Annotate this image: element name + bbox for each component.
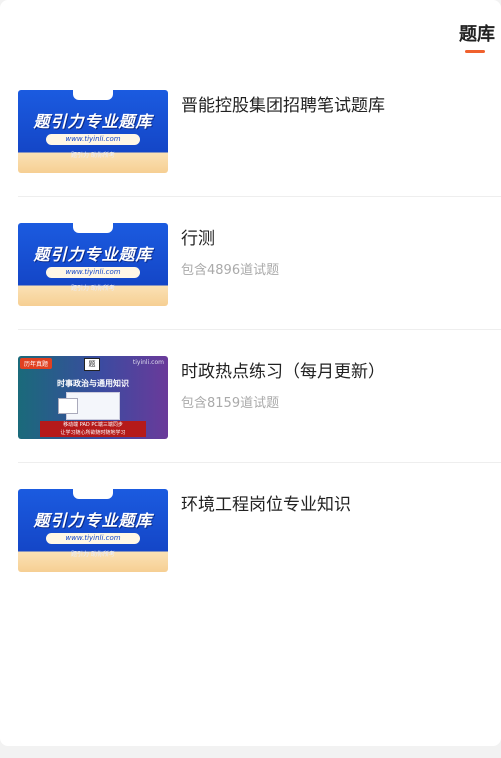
brand-badge (73, 223, 113, 233)
banner-headline: 题引力专业题库 (33, 511, 153, 530)
tab-question-bank[interactable]: 题库 (459, 20, 495, 46)
banner-url: www.tiyinli.com (46, 267, 140, 278)
banner-thumbnail: 题引力专业题库 www.tiyinli.com 题引力 助你所考 (18, 489, 168, 572)
practice-site: tiyinli.com (132, 359, 164, 366)
practice-feature-bar: 移动端 PAD PC端三端同步 让学习随心所欲随时随地学习 (40, 421, 146, 437)
list-item[interactable]: 题引力专业题库 www.tiyinli.com 题引力 助你所考 行测 包含48… (18, 197, 501, 330)
banner-headline: 题引力专业题库 (33, 245, 153, 264)
banner-tagline: 题引力 助你所考 (71, 285, 115, 292)
item-question-count: 包含8159道试题 (181, 396, 280, 411)
question-bank-list: 题引力专业题库 www.tiyinli.com 题引力 助你所考 晋能控股集团招… (0, 64, 501, 596)
banner-url: www.tiyinli.com (46, 533, 140, 544)
tablet-mockup (58, 398, 78, 414)
feature-line-2: 让学习随心所欲随时随地学习 (60, 430, 126, 436)
logo-icon: 题 (84, 358, 100, 371)
feature-line-1: 移动端 PAD PC端三端同步 (63, 422, 123, 428)
item-title: 时政热点练习（每月更新） (181, 362, 385, 382)
banner-headline: 题引力专业题库 (33, 112, 153, 131)
list-item[interactable]: 题引力专业题库 www.tiyinli.com 题引力 助你所考 晋能控股集团招… (18, 64, 501, 197)
banner-tagline: 题引力 助你所考 (71, 152, 115, 159)
item-title: 环境工程岗位专业知识 (181, 495, 351, 515)
brand-badge (73, 489, 113, 499)
brand-badge (73, 90, 113, 100)
practice-thumbnail: 历年真题 题 tiyinli.com 时事政治与通用知识 移动端 PAD PC端… (18, 356, 168, 439)
item-title: 行测 (181, 229, 215, 249)
banner-url: www.tiyinli.com (46, 134, 140, 145)
banner-tagline: 题引力 助你所考 (71, 551, 115, 558)
list-item[interactable]: 题引力专业题库 www.tiyinli.com 题引力 助你所考 环境工程岗位专… (18, 463, 501, 596)
tab-bar: 题库 (0, 0, 501, 60)
item-question-count: 包含4896道试题 (181, 263, 280, 278)
list-item[interactable]: 历年真题 题 tiyinli.com 时事政治与通用知识 移动端 PAD PC端… (18, 330, 501, 463)
tab-active-indicator (465, 50, 485, 53)
item-title: 晋能控股集团招聘笔试题库 (181, 96, 385, 116)
main-card: 题库 题引力专业题库 www.tiyinli.com 题引力 助你所考 晋能控股… (0, 0, 501, 746)
practice-heading: 时事政治与通用知识 (57, 379, 129, 388)
practice-tag: 历年真题 (20, 358, 53, 369)
banner-thumbnail: 题引力专业题库 www.tiyinli.com 题引力 助你所考 (18, 223, 168, 306)
banner-thumbnail: 题引力专业题库 www.tiyinli.com 题引力 助你所考 (18, 90, 168, 173)
